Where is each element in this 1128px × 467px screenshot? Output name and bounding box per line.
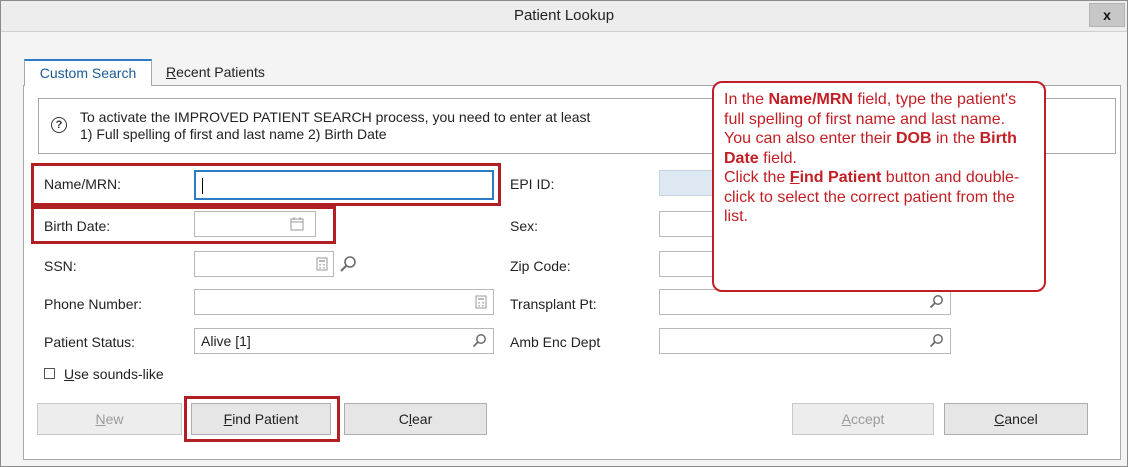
callout-text-3: You can also enter their [724, 130, 896, 147]
zip-code-label: Zip Code: [510, 258, 571, 274]
instruction-callout: In the Name/MRN field, type the patient'… [712, 81, 1046, 292]
patient-status-label: Patient Status: [44, 334, 136, 350]
use-sounds-like-checkbox[interactable] [44, 368, 55, 379]
cancel-underlined-letter: C [994, 411, 1005, 427]
new-underlined-letter: N [95, 411, 106, 427]
patient-status-input[interactable]: Alive [1] [194, 328, 494, 354]
accept-button[interactable]: Accept [792, 403, 934, 435]
callout-text-4: in the [931, 130, 980, 147]
phone-number-input[interactable] [194, 289, 494, 315]
cancel-button[interactable]: Cancel [944, 403, 1088, 435]
ssn-search-icon[interactable] [338, 254, 358, 274]
callout-bold-dob: DOB [895, 130, 932, 147]
info-line-2: 1) Full spelling of first and last name … [80, 126, 387, 142]
cancel-rest: ancel [1004, 411, 1038, 427]
keypad-icon[interactable] [314, 256, 330, 272]
patient-status-value: Alive [1] [201, 333, 251, 349]
tab-recent-patients-underlined-letter: R [166, 64, 177, 80]
transplant-pt-input[interactable] [659, 289, 951, 315]
callout-text-1: In the [724, 91, 769, 108]
info-line-1: To activate the IMPROVED PATIENT SEARCH … [80, 109, 591, 125]
sounds-like-underlined-letter: U [64, 366, 75, 382]
callout-bold-name-mrn: Name/MRN [768, 91, 853, 108]
search-icon[interactable] [928, 294, 944, 310]
clear-button[interactable]: Clear [344, 403, 487, 435]
help-icon: ? [51, 117, 67, 133]
sex-label: Sex: [510, 218, 539, 234]
tab-recent-patients-rest: ecent Patients [176, 64, 265, 80]
new-button[interactable]: New [37, 403, 182, 435]
name-mrn-highlight [31, 163, 501, 206]
callout-bold-find-patient: ind Patient [799, 169, 882, 186]
use-sounds-like-label[interactable]: Use sounds-like [64, 366, 164, 382]
title-bar: Patient Lookup x [1, 1, 1127, 32]
ssn-label: SSN: [44, 258, 77, 274]
accept-rest: ccept [850, 411, 885, 427]
amb-enc-dept-label: Amb Enc Dept [510, 334, 601, 350]
search-icon[interactable] [928, 333, 944, 349]
birth-date-highlight [31, 206, 336, 244]
amb-enc-dept-input[interactable] [659, 328, 951, 354]
callout-text-6: Click the [724, 169, 790, 186]
phone-number-label: Phone Number: [44, 296, 143, 312]
callout-bold-find-underlined: F [789, 169, 800, 186]
sounds-like-rest: se sounds-like [74, 366, 164, 382]
ssn-input[interactable] [194, 251, 334, 277]
transplant-pt-label: Transplant Pt: [510, 296, 597, 312]
find-patient-highlight [184, 396, 340, 442]
clear-part-2: ear [412, 411, 433, 427]
close-button[interactable]: x [1089, 3, 1125, 27]
clear-part-1: C [398, 411, 409, 427]
window-title: Patient Lookup [513, 7, 615, 24]
info-text: To activate the IMPROVED PATIENT SEARCH … [80, 109, 590, 143]
epi-id-label: EPI ID: [510, 176, 555, 192]
tab-custom-search[interactable]: Custom Search [24, 59, 152, 86]
search-icon[interactable] [471, 333, 487, 349]
keypad-icon[interactable] [473, 294, 489, 310]
callout-text-5: field. [758, 149, 797, 167]
tab-recent-patients[interactable]: Recent Patients [166, 60, 296, 84]
accept-underlined-letter: A [841, 411, 851, 427]
new-rest: ew [105, 411, 124, 427]
